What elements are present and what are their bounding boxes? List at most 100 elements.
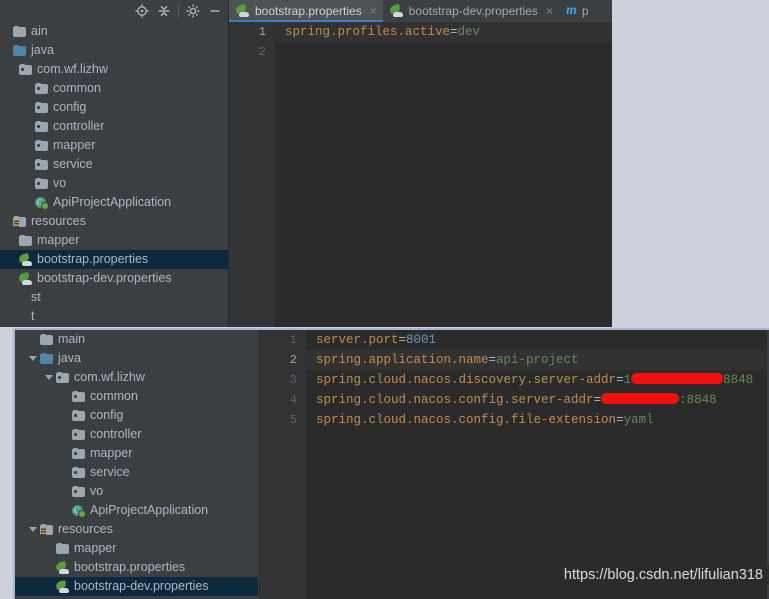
tree-item-mapper[interactable]: mapper bbox=[15, 444, 258, 463]
tree-item-service[interactable]: service bbox=[15, 463, 258, 482]
close-icon[interactable]: × bbox=[546, 4, 553, 18]
maven-icon: m bbox=[565, 3, 577, 18]
tree-item-java[interactable]: java bbox=[15, 349, 258, 368]
tree-item-st[interactable]: st bbox=[0, 288, 228, 307]
java-class-icon: C bbox=[71, 504, 86, 518]
tree-item-apiprojectapplication[interactable]: C ApiProjectApplication bbox=[0, 193, 228, 212]
tree-item-com-wf-lizhw[interactable]: com.wf.lizhw bbox=[0, 60, 228, 79]
tree-item-label: vo bbox=[90, 484, 104, 498]
editor-tab-bootstrap-dev-properties[interactable]: bootstrap-dev.properties × bbox=[383, 0, 559, 22]
tree-item-mapper[interactable]: mapper bbox=[0, 231, 228, 250]
editor-tab-bootstrap-properties[interactable]: bootstrap.properties × bbox=[229, 0, 383, 22]
tree-item-label: vo bbox=[53, 176, 67, 190]
bottom-editor-code-line[interactable]: server.port=8001 bbox=[306, 330, 767, 350]
tree-item-bootstrap-dev-properties[interactable]: bootstrap-dev.properties bbox=[0, 269, 228, 288]
tree-item-label: com.wf.lizhw bbox=[74, 370, 145, 384]
folder-icon bbox=[19, 235, 32, 246]
bottom-editor-line-number: 4 bbox=[289, 393, 297, 407]
top-editor-code-line[interactable]: spring.profiles.active=dev bbox=[275, 22, 612, 42]
tree-item-vo[interactable]: vo bbox=[15, 482, 258, 501]
properties-file-icon bbox=[236, 5, 250, 17]
tree-item-ain[interactable]: ain bbox=[0, 22, 228, 41]
bottom-screenshot-window: main java com.wf.lizhw common config controll… bbox=[13, 328, 769, 599]
project-tree-top[interactable]: ain java com.wf.lizhw common config controlle… bbox=[0, 22, 228, 327]
close-icon[interactable]: × bbox=[370, 4, 377, 18]
editor-bottom[interactable]: 12345 server.port=8001 spring.application… bbox=[260, 330, 767, 599]
property-separator: = bbox=[488, 353, 497, 367]
tree-item-label: ApiProjectApplication bbox=[53, 195, 172, 209]
tree-item-mapper[interactable]: mapper bbox=[15, 539, 258, 558]
tree-item-label: controller bbox=[53, 119, 105, 133]
tree-item-resources[interactable]: resources bbox=[15, 520, 258, 539]
minimize-icon[interactable] bbox=[204, 1, 226, 21]
tree-item-label: ain bbox=[31, 24, 48, 38]
gear-icon[interactable] bbox=[182, 1, 204, 21]
tree-item-apiprojectapplication[interactable]: C ApiProjectApplication bbox=[15, 501, 258, 520]
package-folder-icon bbox=[19, 64, 32, 75]
bottom-editor-code-line[interactable]: spring.cloud.nacos.discovery.server-addr… bbox=[306, 370, 767, 390]
bottom-editor-code-line[interactable]: spring.cloud.nacos.config.server-addr=:8… bbox=[306, 390, 767, 410]
property-separator: = bbox=[616, 413, 624, 427]
tree-item-bootstrap-properties[interactable]: bootstrap.properties bbox=[15, 558, 258, 577]
collapse-all-icon[interactable] bbox=[153, 1, 175, 21]
tree-item-t[interactable]: t bbox=[0, 307, 228, 326]
tree-item-label: mapper bbox=[90, 446, 133, 460]
tree-item-main[interactable]: main bbox=[15, 330, 258, 349]
package-folder-icon bbox=[72, 467, 85, 478]
tree-item-java[interactable]: java bbox=[0, 41, 228, 60]
tree-item-mapper[interactable]: mapper bbox=[0, 136, 228, 155]
tree-item-controller[interactable]: controller bbox=[0, 117, 228, 136]
tree-item-common[interactable]: common bbox=[15, 387, 258, 406]
code-area-top[interactable]: spring.profiles.active=dev bbox=[275, 22, 612, 327]
tree-item-config[interactable]: config bbox=[15, 406, 258, 425]
editor-tab-p[interactable]: mp bbox=[559, 0, 595, 22]
locate-icon[interactable] bbox=[131, 1, 153, 21]
expand-arrow-icon[interactable] bbox=[27, 520, 38, 539]
editor-tab-bar[interactable]: bootstrap.properties × bootstrap-dev.prope… bbox=[229, 0, 612, 22]
tree-item-label: common bbox=[90, 389, 138, 403]
project-toolbar bbox=[0, 0, 230, 22]
tree-item-label: java bbox=[31, 43, 54, 57]
tree-item-common[interactable]: common bbox=[0, 79, 228, 98]
tree-item-controller[interactable]: controller bbox=[15, 425, 258, 444]
tab-label: bootstrap-dev.properties bbox=[408, 4, 538, 18]
tree-item-label: mapper bbox=[53, 138, 96, 152]
folder-icon bbox=[13, 26, 26, 37]
tree-item-label: service bbox=[53, 157, 93, 171]
tree-item-vo[interactable]: vo bbox=[0, 174, 228, 193]
property-value-suffix: 8848 bbox=[723, 373, 754, 387]
tree-item-bootstrap-properties[interactable]: bootstrap.properties bbox=[0, 250, 228, 269]
package-folder-icon bbox=[56, 372, 69, 383]
package-folder-icon bbox=[72, 429, 85, 440]
bottom-editor-code-line[interactable]: spring.application.name=api-project bbox=[306, 350, 767, 370]
properties-file-icon bbox=[19, 273, 33, 285]
project-tree-bottom[interactable]: main java com.wf.lizhw common config controll… bbox=[15, 330, 258, 599]
property-value: dev bbox=[457, 25, 481, 39]
expand-arrow-icon[interactable] bbox=[43, 368, 54, 387]
top-editor-code-line[interactable] bbox=[275, 42, 612, 62]
tree-item-bootstrap-dev-properties[interactable]: bootstrap-dev.properties bbox=[15, 577, 258, 596]
properties-file-icon bbox=[56, 562, 70, 574]
resources-folder-icon bbox=[13, 216, 26, 227]
editor-top[interactable]: 12 spring.profiles.active=dev bbox=[229, 22, 612, 327]
code-area-bottom[interactable]: server.port=8001 spring.application.name=… bbox=[306, 330, 767, 599]
source-folder-icon bbox=[13, 45, 26, 56]
tree-item-config[interactable]: config bbox=[0, 98, 228, 117]
bottom-editor-code-line[interactable]: spring.cloud.nacos.config.file-extension… bbox=[306, 410, 767, 430]
tree-item-label: config bbox=[90, 408, 124, 422]
tree-item-com-wf-lizhw[interactable]: com.wf.lizhw bbox=[15, 368, 258, 387]
tree-item-resources[interactable]: resources bbox=[0, 212, 228, 231]
tree-item-service[interactable]: service bbox=[0, 155, 228, 174]
expand-arrow-icon[interactable] bbox=[27, 349, 38, 368]
